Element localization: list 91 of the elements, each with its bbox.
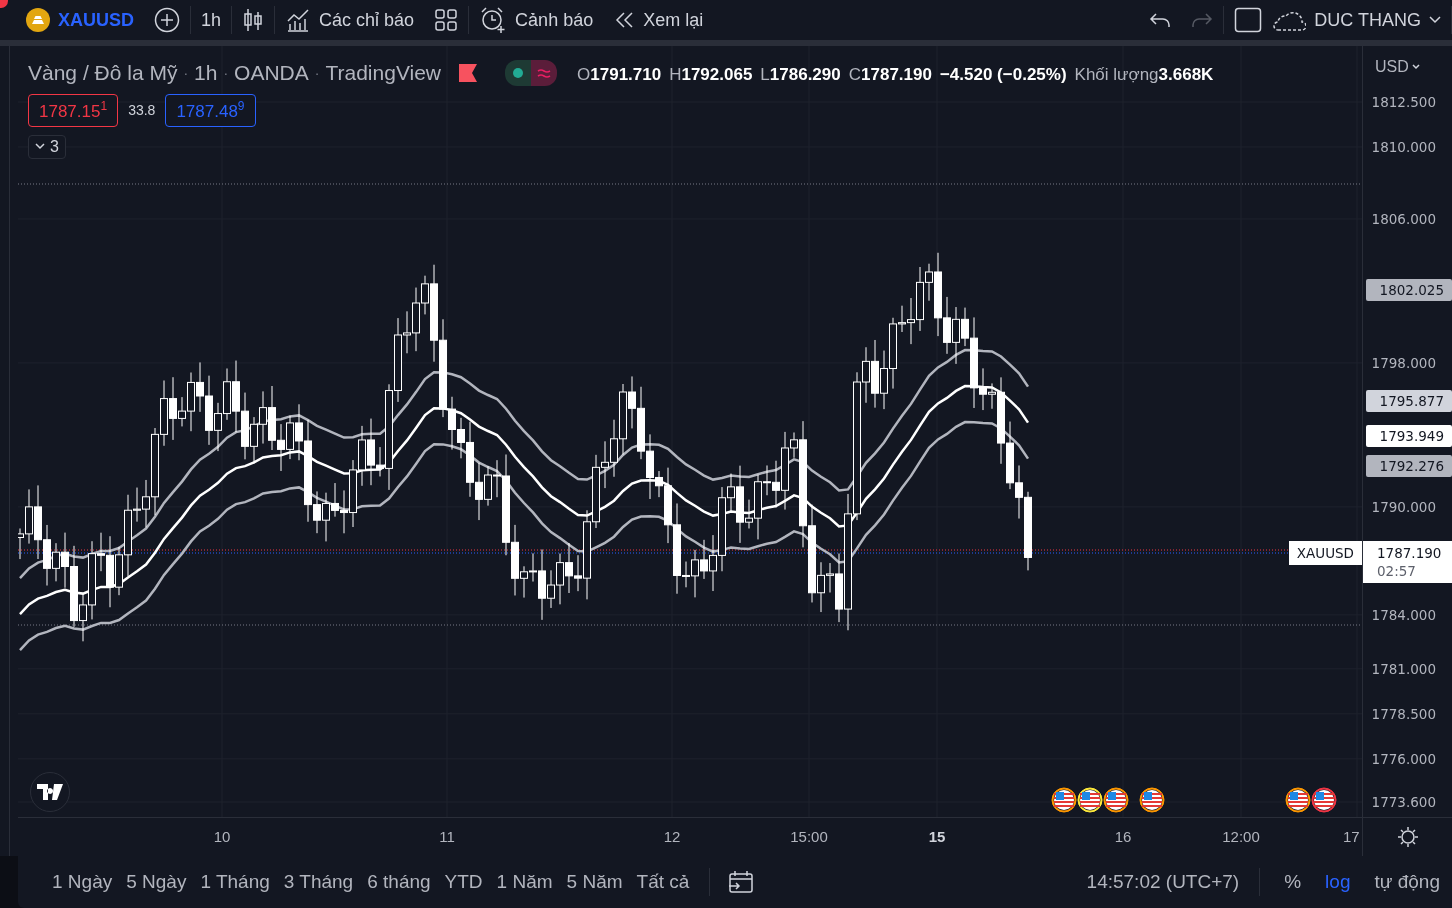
range-button[interactable]: YTD	[438, 867, 489, 897]
price-tick: 1806.000	[1370, 209, 1437, 229]
range-button[interactable]: 1 Tháng	[194, 867, 276, 897]
us-flag-icon[interactable]	[1051, 787, 1077, 813]
ohlc-label: L	[760, 65, 770, 84]
separator-dot: ·	[223, 65, 229, 81]
time-label: 12:00	[1222, 828, 1260, 845]
volume-label: Khối lượng	[1074, 65, 1159, 84]
price-marker: 1802.025	[1365, 279, 1452, 302]
ohlc-value: 1791.710	[590, 65, 662, 84]
price-tick: 1781.000	[1370, 659, 1437, 679]
price-tick: 1776.000	[1370, 749, 1437, 769]
range-button[interactable]: 3 Tháng	[277, 867, 360, 897]
symbol-price-label: XAUUSD	[1288, 541, 1362, 565]
scale-option[interactable]: log	[1319, 867, 1357, 897]
sell-button[interactable]: 1787.15$^{1}$	[28, 94, 119, 127]
last-price-label: 1787.190 02:57	[1363, 541, 1452, 583]
replay-button[interactable]: Xem lại	[603, 0, 714, 40]
chart-bars-icon	[285, 7, 312, 33]
symbol-button[interactable]: XAUUSD	[0, 0, 144, 40]
chevron-down-icon	[35, 143, 45, 151]
ohlc-label: O	[577, 65, 591, 84]
rewind-icon	[613, 10, 636, 30]
price-tick: 1798.000	[1370, 353, 1437, 373]
us-flag-icon[interactable]	[1311, 787, 1337, 813]
time-label: 11	[439, 828, 455, 845]
status-dot-icon	[513, 68, 524, 78]
time-label: 16	[1114, 828, 1132, 845]
us-flag-icon[interactable]	[1139, 787, 1165, 813]
source-label: TradingView	[325, 61, 442, 85]
redo-icon	[1191, 11, 1214, 29]
scale-option[interactable]: tự động	[1368, 867, 1446, 897]
calendar-icon	[728, 870, 755, 894]
plus-icon	[154, 7, 180, 33]
price-tick: 1784.000	[1370, 605, 1437, 625]
time-label: 12	[663, 828, 681, 845]
buy-button[interactable]: 1787.48$^{9}$	[165, 94, 256, 127]
time-label: 15	[928, 828, 946, 845]
collapse-indicators-button[interactable]: 3	[28, 134, 66, 159]
currency-button[interactable]: USD	[1375, 58, 1420, 76]
price-marker: 1793.949	[1365, 424, 1452, 447]
grid-icon	[434, 8, 459, 32]
ohlc-value: 1792.065	[681, 65, 753, 84]
ohlc-value: 1787.190	[861, 65, 932, 84]
market-status-toggle[interactable]	[505, 60, 558, 86]
ohlc-label: H	[669, 65, 682, 84]
exchange-label: OANDA	[234, 61, 309, 85]
alarm-clock-icon	[479, 6, 508, 34]
settings-icon[interactable]	[1396, 826, 1419, 848]
square-icon	[1234, 7, 1263, 33]
chevron-down-icon	[1411, 64, 1420, 70]
range-button[interactable]: 5 Năm	[560, 867, 629, 897]
price-marker: 1792.276	[1365, 454, 1452, 477]
price-tick: 1812.500	[1370, 93, 1437, 112]
range-button[interactable]: 6 tháng	[361, 867, 437, 897]
logo-icon[interactable]	[30, 772, 70, 812]
range-button[interactable]: 5 Ngày	[120, 867, 193, 897]
us-flag-icon[interactable]	[1103, 787, 1129, 813]
interval-button[interactable]: 1h	[191, 0, 232, 40]
price-tick: 1790.000	[1370, 497, 1437, 517]
bullion-icon	[26, 8, 50, 32]
wave-icon	[537, 68, 552, 78]
chevron-down-icon	[1429, 16, 1441, 24]
ohlc-value: 1786.290	[769, 65, 841, 84]
price-change: −4.520 (−0.25%)	[939, 65, 1067, 85]
time-label: 17	[1343, 828, 1360, 845]
candlestick-icon	[242, 7, 265, 33]
interval-label: 1h	[194, 61, 218, 85]
time-label: 10	[213, 828, 231, 845]
us-flag-icon[interactable]	[1285, 787, 1311, 813]
ohlc-label: C	[848, 65, 861, 84]
separator-dot: ·	[183, 65, 189, 81]
time-label: 15:00	[790, 828, 828, 845]
spread-value: 33.8	[128, 102, 156, 119]
undo-icon	[1149, 11, 1172, 29]
range-button[interactable]: 1 Năm	[490, 867, 559, 897]
alerts-button[interactable]: Cảnh báo	[469, 0, 604, 40]
scale-option[interactable]: %	[1278, 867, 1308, 897]
user-menu-button[interactable]: DUC THANG	[1272, 0, 1451, 40]
price-marker: 1795.877	[1365, 390, 1452, 413]
range-button[interactable]: Tất cả	[630, 867, 696, 897]
price-tick: 1810.000	[1370, 138, 1437, 157]
range-button[interactable]: 1 Ngày	[46, 867, 119, 897]
volume-value: 3.668K	[1158, 65, 1214, 84]
clock-label: 14:57:02 (UTC+7)	[1086, 871, 1240, 893]
separator-dot: ·	[314, 65, 320, 81]
flag-icon	[459, 64, 478, 82]
price-tick: 1773.600	[1370, 793, 1437, 812]
symbol-title: Vàng / Đô la Mỹ	[28, 61, 178, 85]
indicators-button[interactable]: Các chỉ báo	[275, 0, 425, 40]
price-tick: 1778.500	[1370, 704, 1437, 724]
